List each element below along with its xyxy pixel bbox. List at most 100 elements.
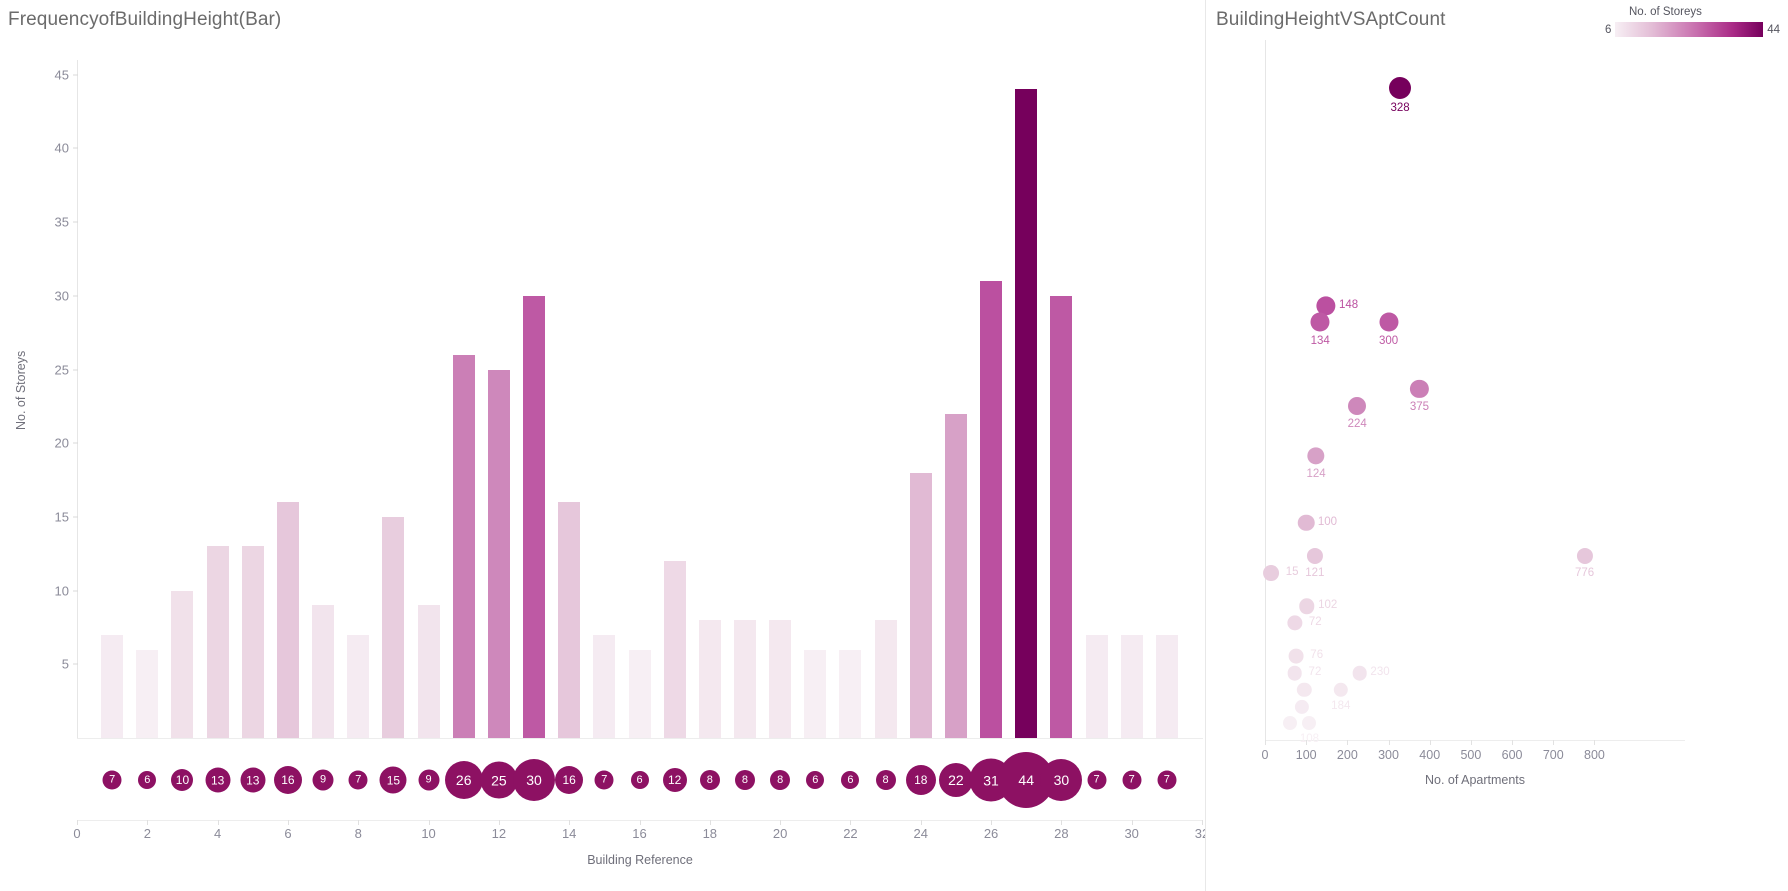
scatter-point[interactable]	[1302, 716, 1317, 731]
bar-x-tick-mark	[991, 820, 993, 825]
bar-value-circle[interactable]: 7	[594, 770, 614, 790]
bar-plot-area	[77, 60, 1202, 738]
bar-value-circle[interactable]: 10	[171, 769, 194, 791]
bar[interactable]	[628, 649, 651, 738]
bar[interactable]	[698, 620, 721, 738]
scatter-point[interactable]	[1299, 598, 1315, 615]
scatter-point[interactable]	[1282, 716, 1297, 731]
scatter-point[interactable]	[1310, 312, 1330, 332]
bar[interactable]	[733, 620, 756, 738]
bar-value-circle[interactable]: 7	[1157, 770, 1177, 790]
bar[interactable]	[874, 620, 897, 738]
bar-value-circle[interactable]: 8	[770, 770, 791, 790]
bar-value-circle[interactable]: 6	[630, 771, 649, 789]
bar-value-circle[interactable]: 15	[379, 766, 407, 794]
bar[interactable]	[980, 281, 1003, 738]
bar[interactable]	[487, 369, 510, 738]
bar-value-circle[interactable]: 7	[1122, 770, 1142, 790]
bar[interactable]	[523, 295, 546, 738]
bar-x-tick-mark	[1061, 820, 1063, 825]
bar-value-circle[interactable]: 6	[138, 771, 157, 789]
scatter-point[interactable]	[1576, 548, 1593, 565]
scatter-point[interactable]	[1410, 380, 1429, 399]
scatter-point[interactable]	[1352, 665, 1368, 681]
scatter-point-label: 776	[1574, 567, 1595, 580]
bar[interactable]	[101, 634, 124, 738]
bar-chart-title: FrequencyofBuildingHeight(Bar)	[8, 9, 282, 30]
scatter-point[interactable]	[1294, 699, 1310, 714]
bar[interactable]	[769, 620, 792, 738]
bar-value-circle[interactable]: 6	[806, 771, 825, 789]
scatter-point-label: 102	[1318, 599, 1338, 612]
bar-value-circle[interactable]: 13	[205, 767, 231, 793]
bar[interactable]	[1015, 89, 1038, 738]
bar-chart-panel: FrequencyofBuildingHeight(Bar) No. of St…	[0, 0, 1209, 891]
scatter-point-label: 124	[1306, 467, 1326, 480]
bar-value-circle[interactable]: 8	[699, 770, 720, 790]
bar-value-circle[interactable]: 9	[418, 769, 440, 791]
scatter-point-label: 300	[1378, 334, 1399, 347]
bar-x-tick-label: 28	[1054, 826, 1069, 841]
bar[interactable]	[241, 546, 264, 738]
bar[interactable]	[382, 516, 405, 738]
bar-value-circle[interactable]: 30	[1040, 759, 1083, 801]
bar-value-circle[interactable]: 7	[348, 770, 368, 790]
bar-y-tick-label: 20	[54, 435, 69, 451]
scatter-point[interactable]	[1306, 548, 1323, 565]
bar-y-tick-label: 30	[54, 288, 69, 304]
color-legend[interactable]: No. of Storeys 6 44	[1605, 6, 1780, 37]
bar-x-tick-mark	[780, 820, 782, 825]
scatter-chart-title: BuildingHeightVSAptCount	[1216, 9, 1446, 30]
bar[interactable]	[558, 502, 581, 738]
scatter-point[interactable]	[1333, 682, 1348, 698]
bar[interactable]	[1050, 295, 1073, 738]
bar-value-circle[interactable]: 18	[905, 765, 936, 795]
bar[interactable]	[663, 561, 686, 738]
bar[interactable]	[593, 634, 616, 738]
bar-x-tick-label: 0	[73, 826, 81, 841]
bar-value-circle[interactable]: 6	[841, 771, 860, 789]
bar[interactable]	[839, 649, 862, 738]
bar-value-circle[interactable]: 25	[480, 761, 518, 799]
bar-value-circle[interactable]: 26	[444, 761, 483, 799]
bar-value-circle[interactable]: 16	[273, 766, 302, 794]
bar[interactable]	[206, 546, 229, 738]
bar-value-circle[interactable]: 8	[734, 770, 755, 790]
bar[interactable]	[452, 354, 475, 738]
bar-value-circle[interactable]: 16	[555, 766, 584, 794]
scatter-point[interactable]	[1288, 649, 1304, 664]
bar-value-circle[interactable]: 7	[102, 770, 122, 790]
bar-y-tick-label: 15	[54, 509, 69, 525]
bar-value-circle[interactable]: 8	[875, 770, 896, 790]
bar[interactable]	[312, 605, 335, 738]
bar-value-circle[interactable]: 12	[662, 768, 687, 792]
bar[interactable]	[909, 472, 932, 738]
bar[interactable]	[347, 634, 370, 738]
bar[interactable]	[1155, 634, 1178, 738]
bar-value-circle[interactable]: 7	[1087, 770, 1107, 790]
bar[interactable]	[417, 605, 440, 738]
bar-value-circle[interactable]: 22	[938, 763, 973, 797]
bar[interactable]	[1120, 634, 1143, 738]
scatter-point[interactable]	[1389, 77, 1412, 100]
scatter-x-axis-line	[1265, 740, 1685, 741]
bar[interactable]	[944, 413, 967, 738]
scatter-point[interactable]	[1307, 447, 1325, 465]
scatter-point[interactable]	[1379, 312, 1399, 332]
scatter-point[interactable]	[1287, 615, 1303, 631]
bar-x-tick-mark	[428, 820, 430, 825]
scatter-point[interactable]	[1287, 665, 1302, 681]
scatter-point[interactable]	[1263, 564, 1280, 581]
bar-y-axis-label: No. of Storeys	[14, 350, 28, 430]
scatter-point[interactable]	[1348, 396, 1367, 415]
bar-value-circle[interactable]: 30	[513, 759, 556, 801]
bar[interactable]	[136, 649, 159, 738]
bar[interactable]	[804, 649, 827, 738]
bar[interactable]	[276, 502, 299, 738]
bar-value-circle[interactable]: 9	[312, 769, 334, 791]
bar[interactable]	[1085, 634, 1108, 738]
scatter-point[interactable]	[1297, 514, 1315, 532]
bar-value-circle[interactable]: 13	[240, 767, 266, 793]
bar[interactable]	[171, 590, 194, 738]
scatter-point[interactable]	[1296, 682, 1312, 698]
